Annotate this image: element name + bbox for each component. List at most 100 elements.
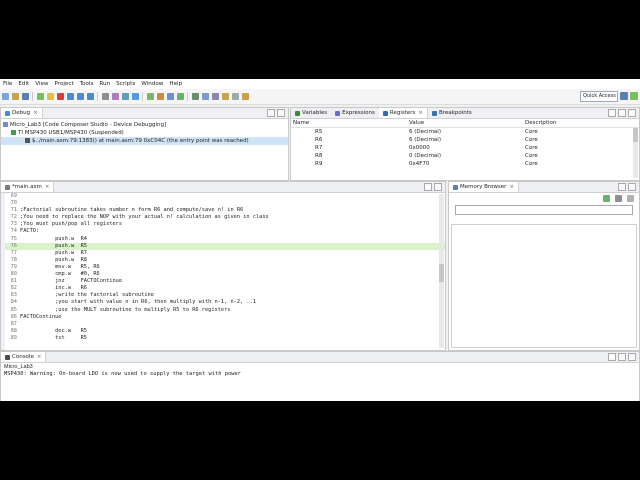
tree-item-frame[interactable]: $../main.asm:79:1383() at main.asm:79 0x… (1, 137, 288, 145)
maximize-icon[interactable] (628, 109, 636, 117)
tab-expressions[interactable]: Expressions (331, 108, 379, 118)
code-line[interactable]: 69 (1, 193, 445, 200)
memory-address-input[interactable] (455, 205, 633, 215)
tab-registers[interactable]: Registers × (378, 108, 428, 118)
code-line[interactable]: 74 FACTO: (1, 228, 445, 235)
tab-debug[interactable]: Debug × (1, 108, 43, 118)
code-line[interactable]: 76 push.w R5 (1, 242, 445, 250)
tree-item-device[interactable]: TI MSP430 USB1/MSP430 (Suspended) (1, 129, 288, 137)
maximize-icon[interactable] (628, 353, 636, 361)
code-editor[interactable]: 69 70 71 ;Factorial subroutine takes number… (1, 193, 445, 350)
flash-icon[interactable] (176, 93, 184, 100)
code-line[interactable]: 83 ;write the factorial subroutine (1, 292, 445, 299)
go-icon[interactable] (602, 194, 610, 202)
code-line[interactable]: 86 FACTOContinue (1, 314, 445, 321)
table-row[interactable]: R8 0 (Decimal) Core (291, 152, 639, 160)
menu-run[interactable]: Run (96, 81, 113, 87)
memory-content-area[interactable] (451, 224, 637, 348)
menu-help[interactable]: Help (166, 81, 185, 87)
table-row[interactable]: R7 0x0000 Core (291, 144, 639, 152)
terminate-icon[interactable] (56, 93, 64, 100)
restart-icon[interactable] (111, 93, 119, 100)
debug-icon[interactable] (146, 93, 154, 100)
tab-console[interactable]: Console × (1, 352, 47, 362)
tree-item-project[interactable]: Micro_Lab3 [Code Composer Studio - Devic… (1, 121, 288, 129)
open-icon[interactable] (11, 93, 19, 100)
new-icon[interactable] (1, 93, 9, 100)
step-over-icon[interactable] (76, 93, 84, 100)
close-icon[interactable]: × (418, 110, 423, 116)
close-icon[interactable]: × (33, 110, 38, 116)
suspend-icon[interactable] (46, 93, 54, 100)
code-line[interactable]: 87 (1, 321, 445, 328)
save-icon[interactable] (21, 93, 29, 100)
instruction-step-icon[interactable] (131, 93, 139, 100)
run-icon[interactable] (166, 93, 174, 100)
code-line[interactable]: 70 (1, 200, 445, 207)
step-into-icon[interactable] (66, 93, 74, 100)
code-line[interactable]: 75 push.w R4 (1, 236, 445, 243)
code-line[interactable]: 89 tst R5 (1, 335, 445, 342)
ccs-edit-perspective-icon[interactable] (620, 92, 628, 100)
code-line[interactable]: 84 ;you start with value n in R6, then m… (1, 299, 445, 306)
code-line[interactable]: 81 jnz FACTOContinue (1, 278, 445, 285)
menu-file[interactable]: File (0, 81, 15, 87)
ccs-debug-perspective-icon[interactable] (630, 92, 638, 100)
code-line[interactable]: 72 ;You need to replace the NOP with your… (1, 214, 445, 221)
close-icon[interactable]: × (45, 184, 50, 190)
table-row[interactable]: R6 6 (Decimal) Core (291, 136, 639, 144)
memory-options-icon[interactable] (614, 194, 622, 202)
pin-icon[interactable] (241, 93, 249, 100)
view-menu-icon[interactable] (626, 194, 634, 202)
view-menu-icon[interactable] (608, 109, 616, 117)
menu-scripts[interactable]: Scripts (113, 81, 138, 87)
code-line[interactable]: 73 ;You must push/pop all registers (1, 221, 445, 228)
code-line[interactable]: 85 ;use the MULT subroutine to multiply … (1, 307, 445, 314)
build-icon[interactable] (156, 93, 164, 100)
tab-main-asm[interactable]: *main.asm × (1, 182, 55, 192)
menu-project[interactable]: Project (52, 81, 77, 87)
menu-tools[interactable]: Tools (77, 81, 97, 87)
minimize-icon[interactable] (618, 109, 626, 117)
quick-access-input[interactable]: Quick Access (580, 91, 618, 102)
reset-icon[interactable] (101, 93, 109, 100)
minimize-icon[interactable] (618, 353, 626, 361)
table-row[interactable]: R5 6 (Decimal) Core (291, 128, 639, 136)
maximize-icon[interactable] (434, 183, 442, 191)
step-return-icon[interactable] (86, 93, 94, 100)
code-line[interactable]: 71 ;Factorial subroutine takes number n f… (1, 207, 445, 214)
view-menu-icon[interactable] (608, 353, 616, 361)
menu-window[interactable]: Window (138, 81, 166, 87)
tools-icon[interactable] (221, 93, 229, 100)
connect-icon[interactable] (191, 93, 199, 100)
menu-view[interactable]: View (32, 81, 51, 87)
registers-scrollbar[interactable] (633, 128, 638, 178)
column-name[interactable]: Name (291, 119, 409, 127)
code-line[interactable]: 79 mov.w R5, R6 (1, 264, 445, 271)
code-line[interactable]: 77 push.w R7 (1, 250, 445, 257)
menu-edit[interactable]: Edit (15, 81, 32, 87)
code-line[interactable]: 80 cmp.w #0, R6 (1, 271, 445, 278)
code-line[interactable]: 78 push.w R8 (1, 257, 445, 264)
tab-breakpoints[interactable]: Breakpoints (428, 108, 476, 118)
console-output[interactable]: Micro_Lab3 MSP430: Warning: On-board LDO… (1, 363, 639, 378)
target-icon[interactable] (201, 93, 209, 100)
refresh-icon[interactable] (121, 93, 129, 100)
minimize-icon[interactable] (618, 183, 626, 191)
minimize-icon[interactable] (424, 183, 432, 191)
close-icon[interactable]: × (37, 354, 42, 360)
maximize-icon[interactable] (628, 183, 636, 191)
code-line[interactable]: 88 dec.w R5 (1, 328, 445, 335)
close-icon[interactable]: × (509, 184, 514, 190)
code-line[interactable]: 82 inc.w R6 (1, 285, 445, 292)
column-value[interactable]: Value (409, 119, 525, 127)
editor-scrollbar[interactable] (439, 194, 444, 348)
tab-variables[interactable]: Variables (291, 108, 331, 118)
tab-memory-browser[interactable]: Memory Browser × (449, 182, 520, 192)
search-icon[interactable] (231, 93, 239, 100)
maximize-icon[interactable] (277, 109, 285, 117)
console-icon[interactable] (211, 93, 219, 100)
table-row[interactable]: R9 0x4F70 Core (291, 160, 639, 168)
column-description[interactable]: Description (525, 119, 625, 127)
minimize-icon[interactable] (267, 109, 275, 117)
